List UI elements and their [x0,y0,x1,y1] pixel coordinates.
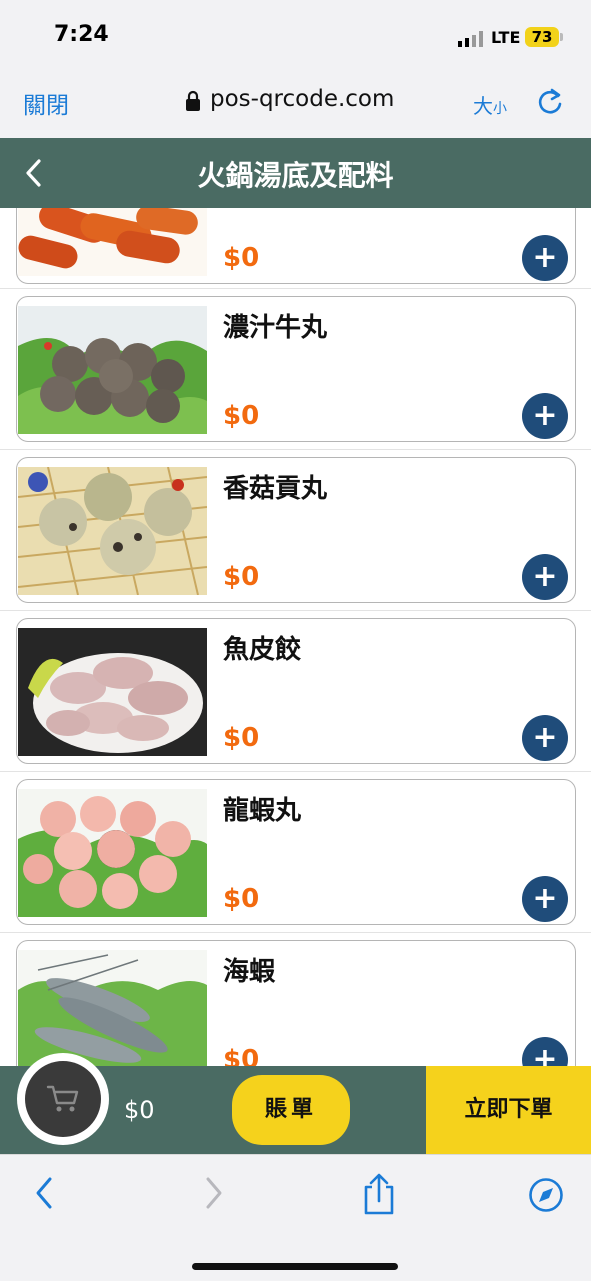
product-card[interactable]: 龍蝦丸 $0 + [16,779,576,925]
add-to-cart-button[interactable]: + [522,876,568,922]
cart-circle [25,1061,101,1137]
product-card[interactable]: $0 + [16,208,576,284]
network-label: LTE [491,28,521,47]
product-card[interactable]: 濃汁牛丸 $0 + [16,296,576,442]
place-order-button[interactable]: 立即下單 [426,1066,591,1154]
nav-back-icon[interactable] [32,1175,56,1211]
product-price: $0 [223,243,260,273]
product-card[interactable]: 香菇貢丸 $0 + [16,457,576,603]
product-card[interactable]: 魚皮餃 $0 + [16,618,576,764]
product-name: 魚皮餃 [223,635,302,665]
battery-icon: 73 [525,27,559,47]
product-name: 龍蝦丸 [223,796,302,826]
add-to-cart-button[interactable]: + [522,393,568,439]
cart-button[interactable] [17,1053,109,1145]
product-image-lobster-ball [18,789,207,917]
text-size-big: 大 [473,94,493,118]
browser-bar: 關閉 pos-qrcode.com 大小 [0,70,591,138]
reload-icon[interactable] [536,86,564,116]
share-icon[interactable] [362,1173,396,1215]
divider [0,288,591,289]
product-name: 濃汁牛丸 [223,313,328,343]
product-image-mushroom-ball [18,467,207,595]
product-image-beef-ball [18,306,207,434]
home-indicator [192,1263,398,1270]
cart-icon [46,1085,79,1112]
compass-icon[interactable] [528,1177,564,1213]
add-to-cart-button[interactable]: + [522,554,568,600]
product-name: 香菇貢丸 [223,474,328,504]
order-bar: $0 賬單 立即下單 [0,1053,591,1154]
page-header: 火鍋湯底及配料 [0,138,591,208]
signal-icon [458,31,483,47]
cart-total: $0 [124,1096,155,1124]
battery-tip [560,33,563,41]
page-title: 火鍋湯底及配料 [197,159,394,192]
nav-forward-icon[interactable] [202,1175,226,1211]
text-size-small: 小 [493,101,507,117]
url-text[interactable]: pos-qrcode.com [210,86,394,112]
add-to-cart-button[interactable]: + [522,715,568,761]
status-bar: 7:24 LTE 73 [0,0,591,70]
product-card[interactable]: 海蝦 $0 + [16,940,576,1066]
status-time: 7:24 [54,22,109,47]
divider [0,449,591,450]
lock-icon [186,90,200,111]
product-image-prawn [18,950,207,1066]
bill-button[interactable]: 賬單 [232,1075,350,1145]
product-price: $0 [223,401,260,431]
close-button[interactable]: 關閉 [23,86,69,120]
product-image-sausage [18,208,207,276]
text-size-button[interactable]: 大小 [473,90,507,119]
product-price: $0 [223,562,260,592]
product-price: $0 [223,884,260,914]
add-to-cart-button[interactable]: + [522,1037,568,1066]
divider [0,771,591,772]
product-list[interactable]: $0 + 濃汁牛丸 $0 + 香菇貢丸 $0 + 魚皮餃 $0 + 龍蝦丸 $0… [0,208,591,1066]
product-name: 海蝦 [223,957,276,987]
product-price: $0 [223,723,260,753]
divider [0,932,591,933]
product-image-fish-skin-dumpling [18,628,207,756]
battery-level: 73 [531,28,553,46]
browser-toolbar [0,1154,591,1281]
divider [0,610,591,611]
add-to-cart-button[interactable]: + [522,235,568,281]
product-price: $0 [223,1045,260,1066]
